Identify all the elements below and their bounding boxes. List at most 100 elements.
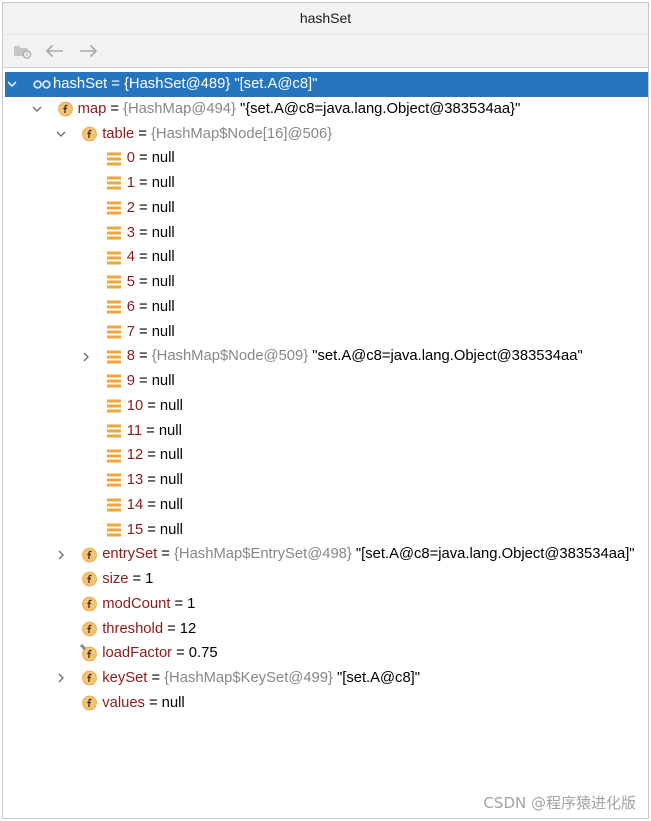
chevron-down-icon[interactable] — [55, 128, 67, 140]
tree-row-element-1[interactable]: 1 = null — [5, 171, 648, 196]
equals-sign: = — [167, 620, 176, 637]
variable-value: null — [151, 175, 175, 191]
tree-row-element-13[interactable]: 13 = null — [5, 468, 648, 493]
variable-value: null — [151, 249, 175, 266]
array-element-icon — [106, 176, 125, 191]
array-element-icon — [106, 250, 125, 265]
chevron-right-icon[interactable] — [55, 549, 67, 561]
equals-sign: = — [132, 571, 142, 587]
array-element-icon — [106, 225, 125, 240]
tree-row-element-14[interactable]: 14 = null — [5, 493, 648, 518]
array-element-icon — [106, 324, 125, 339]
row-label: 10 = null — [127, 394, 183, 419]
variable-value: 12 — [179, 620, 197, 637]
variable-name: 0 — [126, 150, 136, 167]
row-label: map = {HashMap@494} "{set.A@c8=java.lang.Ob… — [78, 97, 521, 122]
chevron-down-icon[interactable] — [31, 103, 43, 115]
window-title: hashSet — [299, 10, 352, 26]
row-label: 11 = null — [127, 419, 182, 444]
equals-sign: = — [139, 224, 148, 241]
tree-row-modcount[interactable]: modCount = 1 — [5, 592, 648, 617]
tree-row-element-10[interactable]: 10 = null — [5, 394, 648, 419]
array-element-icon — [106, 374, 125, 389]
object-type: {HashSet@489} — [123, 76, 231, 92]
row-label: keySet = {HashMap$KeySet@499} "[set.A@c8]" — [102, 666, 420, 691]
chevron-right-icon[interactable] — [55, 672, 67, 684]
variable-name: hashSet — [53, 76, 108, 92]
array-element-icon — [106, 473, 125, 488]
variable-value: null — [151, 298, 175, 315]
tree-row-keyset[interactable]: keySet = {HashMap$KeySet@499} "[set.A@c8]" — [5, 666, 648, 691]
tree-row-values[interactable]: values = null — [5, 691, 648, 716]
title-bar: hashSet — [3, 3, 648, 35]
variable-name: 10 — [126, 397, 144, 414]
equals-sign: = — [161, 546, 170, 563]
variables-tree: hashSet = {HashSet@489} "[set.A@c8]" map = {Ha… — [3, 68, 648, 716]
variable-name: 15 — [126, 521, 144, 538]
variable-name: 9 — [126, 373, 136, 389]
field-icon — [82, 126, 100, 142]
equals-sign: = — [139, 249, 148, 266]
tree-row-element-5[interactable]: 5 = null — [5, 270, 648, 295]
variable-name: table — [102, 125, 135, 142]
tree-row-map[interactable]: map = {HashMap@494} "{set.A@c8=java.lang.Ob… — [5, 97, 648, 122]
tree-row-element-15[interactable]: 15 = null — [5, 518, 648, 543]
tree-row-element-2[interactable]: 2 = null — [5, 196, 648, 221]
row-label: 4 = null — [127, 245, 175, 270]
variable-name: 1 — [126, 175, 136, 191]
variable-name: modCount — [102, 595, 171, 612]
variable-name: threshold — [102, 620, 164, 637]
variable-name: 4 — [126, 249, 136, 266]
equals-sign: = — [139, 323, 148, 340]
variable-name: map — [77, 100, 107, 117]
tree-row-element-6[interactable]: 6 = null — [5, 295, 648, 320]
folder-button[interactable] — [11, 35, 33, 67]
tree-row-element-4[interactable]: 4 = null — [5, 245, 648, 270]
tree-row-element-0[interactable]: 0 = null — [5, 146, 648, 171]
equals-sign: = — [139, 348, 148, 365]
tree-row-element-8[interactable]: 8 = {HashMap$Node@509} "set.A@c8=java.lang.… — [5, 344, 648, 369]
chevron-down-icon[interactable] — [6, 78, 18, 90]
equals-sign: = — [139, 199, 148, 216]
final-field-icon — [80, 643, 100, 661]
tree-row-element-9[interactable]: 9 = null — [5, 369, 648, 394]
variable-value: null — [158, 422, 182, 439]
tree-row-hashset[interactable]: hashSet = {HashSet@489} "[set.A@c8]" — [5, 72, 648, 97]
array-element-icon — [106, 423, 125, 438]
variable-name: keySet — [102, 670, 148, 686]
equals-sign: = — [174, 595, 184, 612]
tree-row-loadfactor[interactable]: loadFactor = 0.75 — [5, 641, 648, 666]
chevron-right-icon[interactable] — [80, 351, 92, 363]
row-label: hashSet = {HashSet@489} "[set.A@c8]" — [53, 72, 317, 97]
back-button[interactable] — [43, 35, 65, 67]
variable-name: 14 — [126, 496, 144, 513]
variable-name: values — [102, 694, 145, 711]
variable-value: null — [151, 274, 175, 290]
array-element-icon — [106, 399, 125, 414]
tree-row-element-12[interactable]: 12 = null — [5, 443, 648, 468]
equals-sign: = — [139, 175, 148, 191]
forward-button[interactable] — [77, 35, 99, 67]
array-element-icon — [106, 151, 125, 166]
variable-value: null — [151, 224, 175, 241]
variable-name: size — [102, 571, 129, 587]
toolbar — [3, 35, 648, 68]
variable-name: entrySet — [102, 546, 158, 563]
tree-row-element-3[interactable]: 3 = null — [5, 221, 648, 246]
equals-sign: = — [139, 298, 148, 315]
equals-sign: = — [148, 694, 158, 711]
object-type: {HashMap$EntrySet@498} — [173, 546, 352, 563]
tree-row-threshold[interactable]: threshold = 12 — [5, 617, 648, 642]
inspect-window: hashSet hashSet = {HashSet@489} "[set.A@… — [2, 2, 649, 819]
variable-value: "[set.A@c8]" — [336, 670, 421, 686]
array-element-icon — [106, 498, 125, 513]
watch-icon — [33, 77, 51, 92]
tree-row-element-7[interactable]: 7 = null — [5, 320, 648, 345]
tree-row-table[interactable]: table = {HashMap$Node[16]@506} — [5, 122, 648, 147]
tree-row-entryset[interactable]: entrySet = {HashMap$EntrySet@498} "[set.A@c… — [5, 542, 648, 567]
tree-row-element-11[interactable]: 11 = null — [5, 419, 648, 444]
back-arrow-icon — [45, 44, 64, 58]
equals-sign: = — [111, 76, 120, 92]
tree-row-size[interactable]: size = 1 — [5, 567, 648, 592]
equals-sign: = — [147, 521, 156, 538]
